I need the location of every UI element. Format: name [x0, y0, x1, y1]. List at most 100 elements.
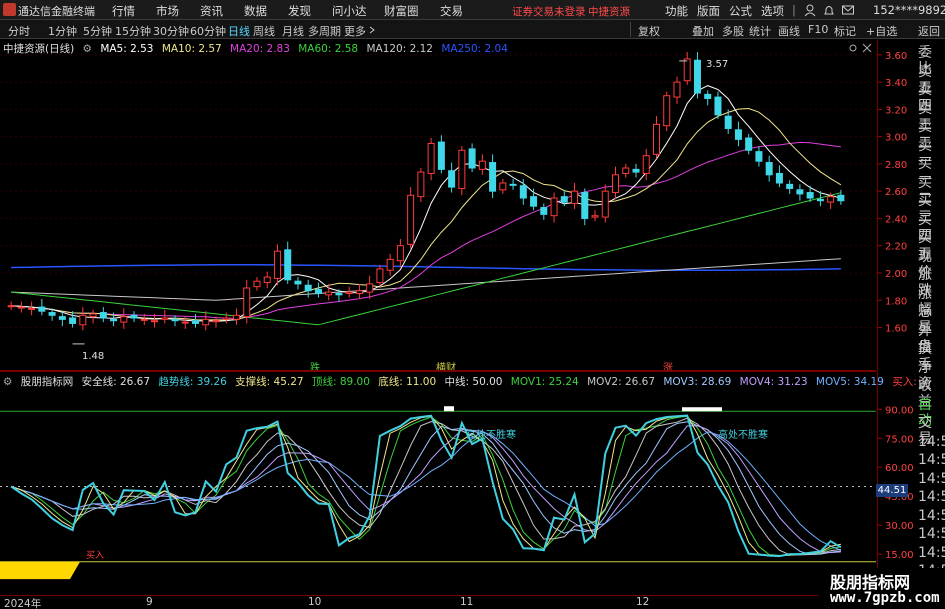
candle-body [591, 215, 599, 218]
candle-body [79, 314, 87, 326]
message-icon[interactable] [841, 3, 855, 17]
menu-shuju[interactable]: 数据 [244, 3, 267, 19]
trend-line [10, 414, 842, 558]
app-logo-icon [3, 3, 16, 16]
period-1min[interactable]: 1分钟 [48, 23, 77, 39]
indicator-panel[interactable]: ⚙ 股朋指标网 安全线: 26.67 趋势线: 39.26 支撑线: 45.27… [0, 372, 943, 595]
menu-xuanxiang[interactable]: 选项 [761, 3, 784, 19]
candle-body [243, 287, 251, 318]
price-tick-label: 2.40 [885, 214, 907, 225]
candle-body [550, 197, 558, 217]
candle-body [693, 59, 701, 94]
candle-body [345, 291, 353, 294]
period-fenshi[interactable]: 分时 [8, 23, 30, 39]
chevron-right-icon[interactable] [369, 26, 377, 34]
user-account[interactable]: 152****9892 [873, 3, 945, 17]
period-5min[interactable]: 5分钟 [83, 23, 112, 39]
side-label-27: 14:56 [918, 544, 945, 561]
candle-body [806, 192, 814, 199]
notification-icon[interactable] [822, 3, 836, 17]
side-label-22: 14:56 [918, 452, 945, 468]
price-axis: 3.60 3.40 3.20 3.00 2.80 2.60 2.40 2.20 2.00 1.80… [876, 40, 917, 595]
ind-tick-label: 90.00 [885, 405, 914, 416]
axis-ticks: 3.60 3.40 3.20 3.00 2.80 2.60 2.40 2.20 2.00 1.80… [878, 51, 914, 561]
menu-faxian[interactable]: 发现 [288, 3, 311, 19]
tool-add-favorite[interactable]: +自选 [866, 23, 897, 39]
candle-body [601, 190, 609, 218]
broker-name: 中捷资源 [588, 6, 630, 18]
candle-body [99, 312, 107, 319]
user-icon[interactable] [803, 3, 817, 17]
period-60min[interactable]: 60分钟 [190, 23, 226, 39]
candle-body [232, 314, 240, 320]
menu-zixun[interactable]: 资讯 [200, 3, 223, 19]
candle-body [396, 245, 404, 262]
candle-body [519, 185, 527, 199]
menu-gongneng[interactable]: 功能 [665, 3, 688, 19]
period-15min[interactable]: 15分钟 [115, 23, 151, 39]
period-weekly[interactable]: 周线 [253, 23, 275, 39]
candlestick-chart[interactable] [0, 40, 876, 370]
tool-duogu[interactable]: 多股 [722, 23, 744, 39]
candle-body [632, 168, 640, 173]
candle-body [58, 316, 66, 320]
menu-hangqing[interactable]: 行情 [112, 3, 135, 19]
candle-body [837, 194, 845, 202]
low-zone-fill [0, 561, 80, 580]
menu-jiaoyi[interactable]: 交易 [440, 3, 463, 19]
toolbar-divider [630, 22, 631, 37]
period-daily[interactable]: 日线 [228, 23, 250, 39]
candle-body [448, 170, 456, 188]
date-label-year: 2024年 [4, 598, 42, 609]
candle-body [417, 171, 425, 198]
tool-f10[interactable]: F10 [808, 23, 828, 36]
period-monthly[interactable]: 月线 [282, 23, 304, 39]
candle-body [642, 155, 650, 174]
candle-body [704, 93, 712, 99]
candle-body [755, 151, 763, 162]
candle-body [273, 250, 281, 279]
candle-body [683, 58, 691, 82]
menu-banmian[interactable]: 版面 [697, 3, 720, 19]
candle-body [571, 190, 579, 204]
candle-body [775, 172, 783, 184]
candle-body [17, 306, 25, 309]
menu-shichang[interactable]: 市场 [156, 3, 179, 19]
candle-body [304, 284, 312, 292]
price-chart-panel[interactable]: 中捷资源(日线) ⚙ MA5: 2.53 MA10: 2.57 MA20: 2.… [0, 40, 876, 374]
period-30min[interactable]: 30分钟 [153, 23, 189, 39]
candle-body [745, 137, 753, 151]
ind-tick-label: 15.00 [885, 550, 914, 561]
price-tick-label: 2.00 [885, 269, 907, 280]
candle-body [724, 115, 732, 129]
candle-body [222, 317, 230, 320]
tool-huaxian[interactable]: 画线 [778, 23, 800, 39]
ind-tick-label: 30.00 [885, 521, 914, 532]
date-label-11: 11 [460, 596, 474, 608]
indicator-chart[interactable] [0, 372, 876, 595]
login-warning[interactable]: 证券交易未登录 [512, 4, 586, 19]
low-label: 1.48 [82, 351, 105, 362]
side-label-24: 14:56 [918, 489, 945, 505]
price-tick-label: 3.60 [885, 51, 907, 62]
candle-body [376, 268, 384, 284]
candle-body [140, 318, 148, 321]
current-value-badge: 44.51 [876, 484, 908, 497]
high-label: 3.57 [706, 59, 729, 70]
menu-caifuquan[interactable]: 财富圈 [384, 3, 419, 19]
side-label-25: 14:56 [918, 507, 945, 524]
period-multi[interactable]: 多周期 [308, 23, 341, 39]
menu-gongshi[interactable]: 公式 [729, 3, 752, 19]
tool-tongji[interactable]: 统计 [749, 23, 771, 39]
candle-body [827, 196, 835, 203]
price-tick-label: 3.00 [885, 133, 907, 144]
tool-biaoji[interactable]: 标记 [834, 23, 856, 39]
tool-fuquan[interactable]: 复权 [638, 23, 660, 39]
tool-back[interactable]: 返回 [918, 23, 940, 39]
period-more[interactable]: 更多 [344, 23, 366, 39]
candle-body [478, 160, 486, 170]
tool-diejia[interactable]: 叠加 [692, 23, 714, 39]
quote-side-panel: 委比 卖五 卖四 卖三 卖二 卖一 买一 买二 买三 买四 买五 现价 涨跌 涨幅 总量 外盘 换手 净资 收益 自动… [917, 40, 945, 598]
menu-wenxiaoda[interactable]: 问小达 [332, 3, 367, 19]
date-axis: 2024年 9 10 11 12 1 [0, 595, 876, 609]
